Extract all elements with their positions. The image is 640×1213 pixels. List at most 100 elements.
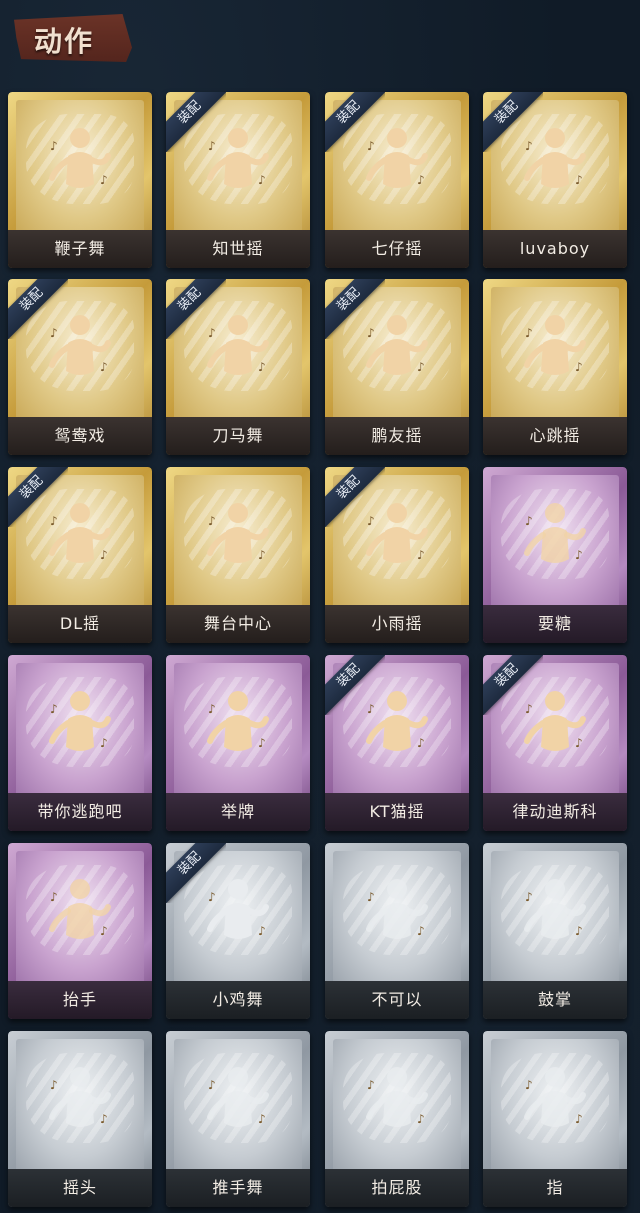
svg-text:♪: ♪ [50, 702, 58, 716]
emote-card[interactable]: ♪ ♪ 刀马舞 装配 [166, 279, 310, 455]
equipped-badge-label: 装配 [325, 279, 385, 339]
figure-sign-icon: ♪♪ [207, 691, 269, 751]
svg-text:♪: ♪ [575, 924, 583, 938]
card-label: 小鸡舞 [166, 981, 310, 1019]
dancer-arm-up-icon: ♪♪ [524, 315, 586, 375]
emote-card[interactable]: ♪ ♪ 律动迪斯科 装配 [483, 655, 627, 831]
emote-card[interactable]: ♪ ♪ 拍屁股 [325, 1031, 469, 1207]
svg-text:♪: ♪ [575, 736, 583, 750]
hand-no-icon: ♪♪ [366, 879, 428, 939]
emote-card[interactable]: ♪ ♪ luvaboy 装配 [483, 92, 627, 268]
card-label: 小雨摇 [325, 605, 469, 643]
figure-raise-hand-icon: ♪♪ [49, 879, 111, 939]
card-label: 拍屁股 [325, 1169, 469, 1207]
card-label: 七仔摇 [325, 230, 469, 268]
card-label: 知世摇 [166, 230, 310, 268]
equipped-badge: 装配 [483, 92, 543, 152]
svg-text:♪: ♪ [258, 736, 266, 750]
emote-card[interactable]: ♪ ♪ 摇头 [8, 1031, 152, 1207]
svg-text:♪: ♪ [417, 924, 425, 938]
emote-card[interactable]: ♪ ♪ 带你逃跑吧 [8, 655, 152, 831]
card-label: 带你逃跑吧 [8, 793, 152, 831]
equipped-badge: 装配 [325, 92, 385, 152]
svg-text:♪: ♪ [575, 1112, 583, 1126]
figure-push-icon: ♪♪ [207, 1067, 269, 1127]
emote-card[interactable]: ♪ ♪ 鼓掌 [483, 843, 627, 1019]
card-label: 舞台中心 [166, 605, 310, 643]
svg-text:♪: ♪ [100, 1112, 108, 1126]
equipped-badge: 装配 [166, 279, 226, 339]
emote-card[interactable]: ♪ ♪ 鞭子舞 [8, 92, 152, 268]
card-label: 鼓掌 [483, 981, 627, 1019]
dancer-heart-icon: ♪♪ [49, 128, 111, 188]
card-label: 摇头 [8, 1169, 152, 1207]
card-label: 鞭子舞 [8, 230, 152, 268]
svg-text:♪: ♪ [525, 1078, 533, 1092]
equipped-badge-label: 装配 [483, 655, 543, 715]
equipped-badge-label: 装配 [325, 655, 385, 715]
equipped-badge: 装配 [325, 655, 385, 715]
svg-text:♪: ♪ [258, 924, 266, 938]
svg-text:♪: ♪ [367, 890, 375, 904]
card-label: 刀马舞 [166, 417, 310, 455]
emote-card[interactable]: ♪ ♪ 七仔摇 装配 [325, 92, 469, 268]
emote-card[interactable]: ♪ ♪ 小雨摇 装配 [325, 467, 469, 643]
svg-text:♪: ♪ [258, 548, 266, 562]
card-label: 抬手 [8, 981, 152, 1019]
emote-card[interactable]: ♪ ♪ DL摇 装配 [8, 467, 152, 643]
card-label: 鸳鸯戏 [8, 417, 152, 455]
emote-card[interactable]: ♪ ♪ 指 [483, 1031, 627, 1207]
svg-text:♪: ♪ [100, 736, 108, 750]
svg-text:♪: ♪ [208, 514, 216, 528]
svg-text:♪: ♪ [100, 360, 108, 374]
equipped-badge: 装配 [166, 92, 226, 152]
equipped-badge-label: 装配 [8, 279, 68, 339]
emote-card[interactable]: ♪ ♪ 鸳鸯戏 装配 [8, 279, 152, 455]
equipped-badge: 装配 [483, 655, 543, 715]
emote-card[interactable]: ♪ ♪ 不可以 [325, 843, 469, 1019]
emote-card[interactable]: ♪ ♪ 要糖 [483, 467, 627, 643]
svg-text:♪: ♪ [417, 736, 425, 750]
svg-text:♪: ♪ [100, 548, 108, 562]
emote-card[interactable]: ♪ ♪ 小鸡舞 装配 [166, 843, 310, 1019]
svg-text:♪: ♪ [525, 514, 533, 528]
svg-text:♪: ♪ [100, 173, 108, 187]
svg-text:♪: ♪ [575, 173, 583, 187]
equipped-badge-label: 装配 [166, 843, 226, 903]
emote-card[interactable]: ♪ ♪ 舞台中心 [166, 467, 310, 643]
equipped-badge-label: 装配 [325, 92, 385, 152]
svg-text:♪: ♪ [50, 890, 58, 904]
equipped-badge-label: 装配 [166, 92, 226, 152]
dancer-sparkle-icon: ♪♪ [207, 503, 269, 563]
emote-card[interactable]: ♪ ♪ 知世摇 装配 [166, 92, 310, 268]
emote-card[interactable]: ♪ ♪ 抬手 [8, 843, 152, 1019]
svg-text:♪: ♪ [50, 139, 58, 153]
svg-text:♪: ♪ [258, 360, 266, 374]
card-label: 不可以 [325, 981, 469, 1019]
svg-text:♪: ♪ [208, 702, 216, 716]
card-label: luvaboy [483, 230, 627, 268]
card-label: 要糖 [483, 605, 627, 643]
card-label: 举牌 [166, 793, 310, 831]
figure-shake-head-icon: ♪♪ [49, 1067, 111, 1127]
equipped-badge: 装配 [325, 467, 385, 527]
svg-text:♪: ♪ [100, 924, 108, 938]
figure-reach-icon: ♪♪ [524, 503, 586, 563]
emote-card[interactable]: ♪ ♪ KT猫摇 装配 [325, 655, 469, 831]
emote-card[interactable]: ♪ ♪ 举牌 [166, 655, 310, 831]
figure-bend-icon: ♪♪ [366, 1067, 428, 1127]
card-label: KT猫摇 [325, 793, 469, 831]
svg-text:♪: ♪ [417, 1112, 425, 1126]
svg-text:♪: ♪ [417, 548, 425, 562]
svg-text:♪: ♪ [575, 548, 583, 562]
svg-text:♪: ♪ [417, 360, 425, 374]
equipped-badge: 装配 [166, 843, 226, 903]
card-label: 推手舞 [166, 1169, 310, 1207]
emote-card[interactable]: ♪ ♪ 心跳摇 [483, 279, 627, 455]
card-label: 鹏友摇 [325, 417, 469, 455]
svg-text:♪: ♪ [208, 1078, 216, 1092]
equipped-badge: 装配 [8, 279, 68, 339]
emote-card[interactable]: ♪ ♪ 鹏友摇 装配 [325, 279, 469, 455]
emote-card[interactable]: ♪ ♪ 推手舞 [166, 1031, 310, 1207]
dancer-point-icon: ♪♪ [49, 691, 111, 751]
